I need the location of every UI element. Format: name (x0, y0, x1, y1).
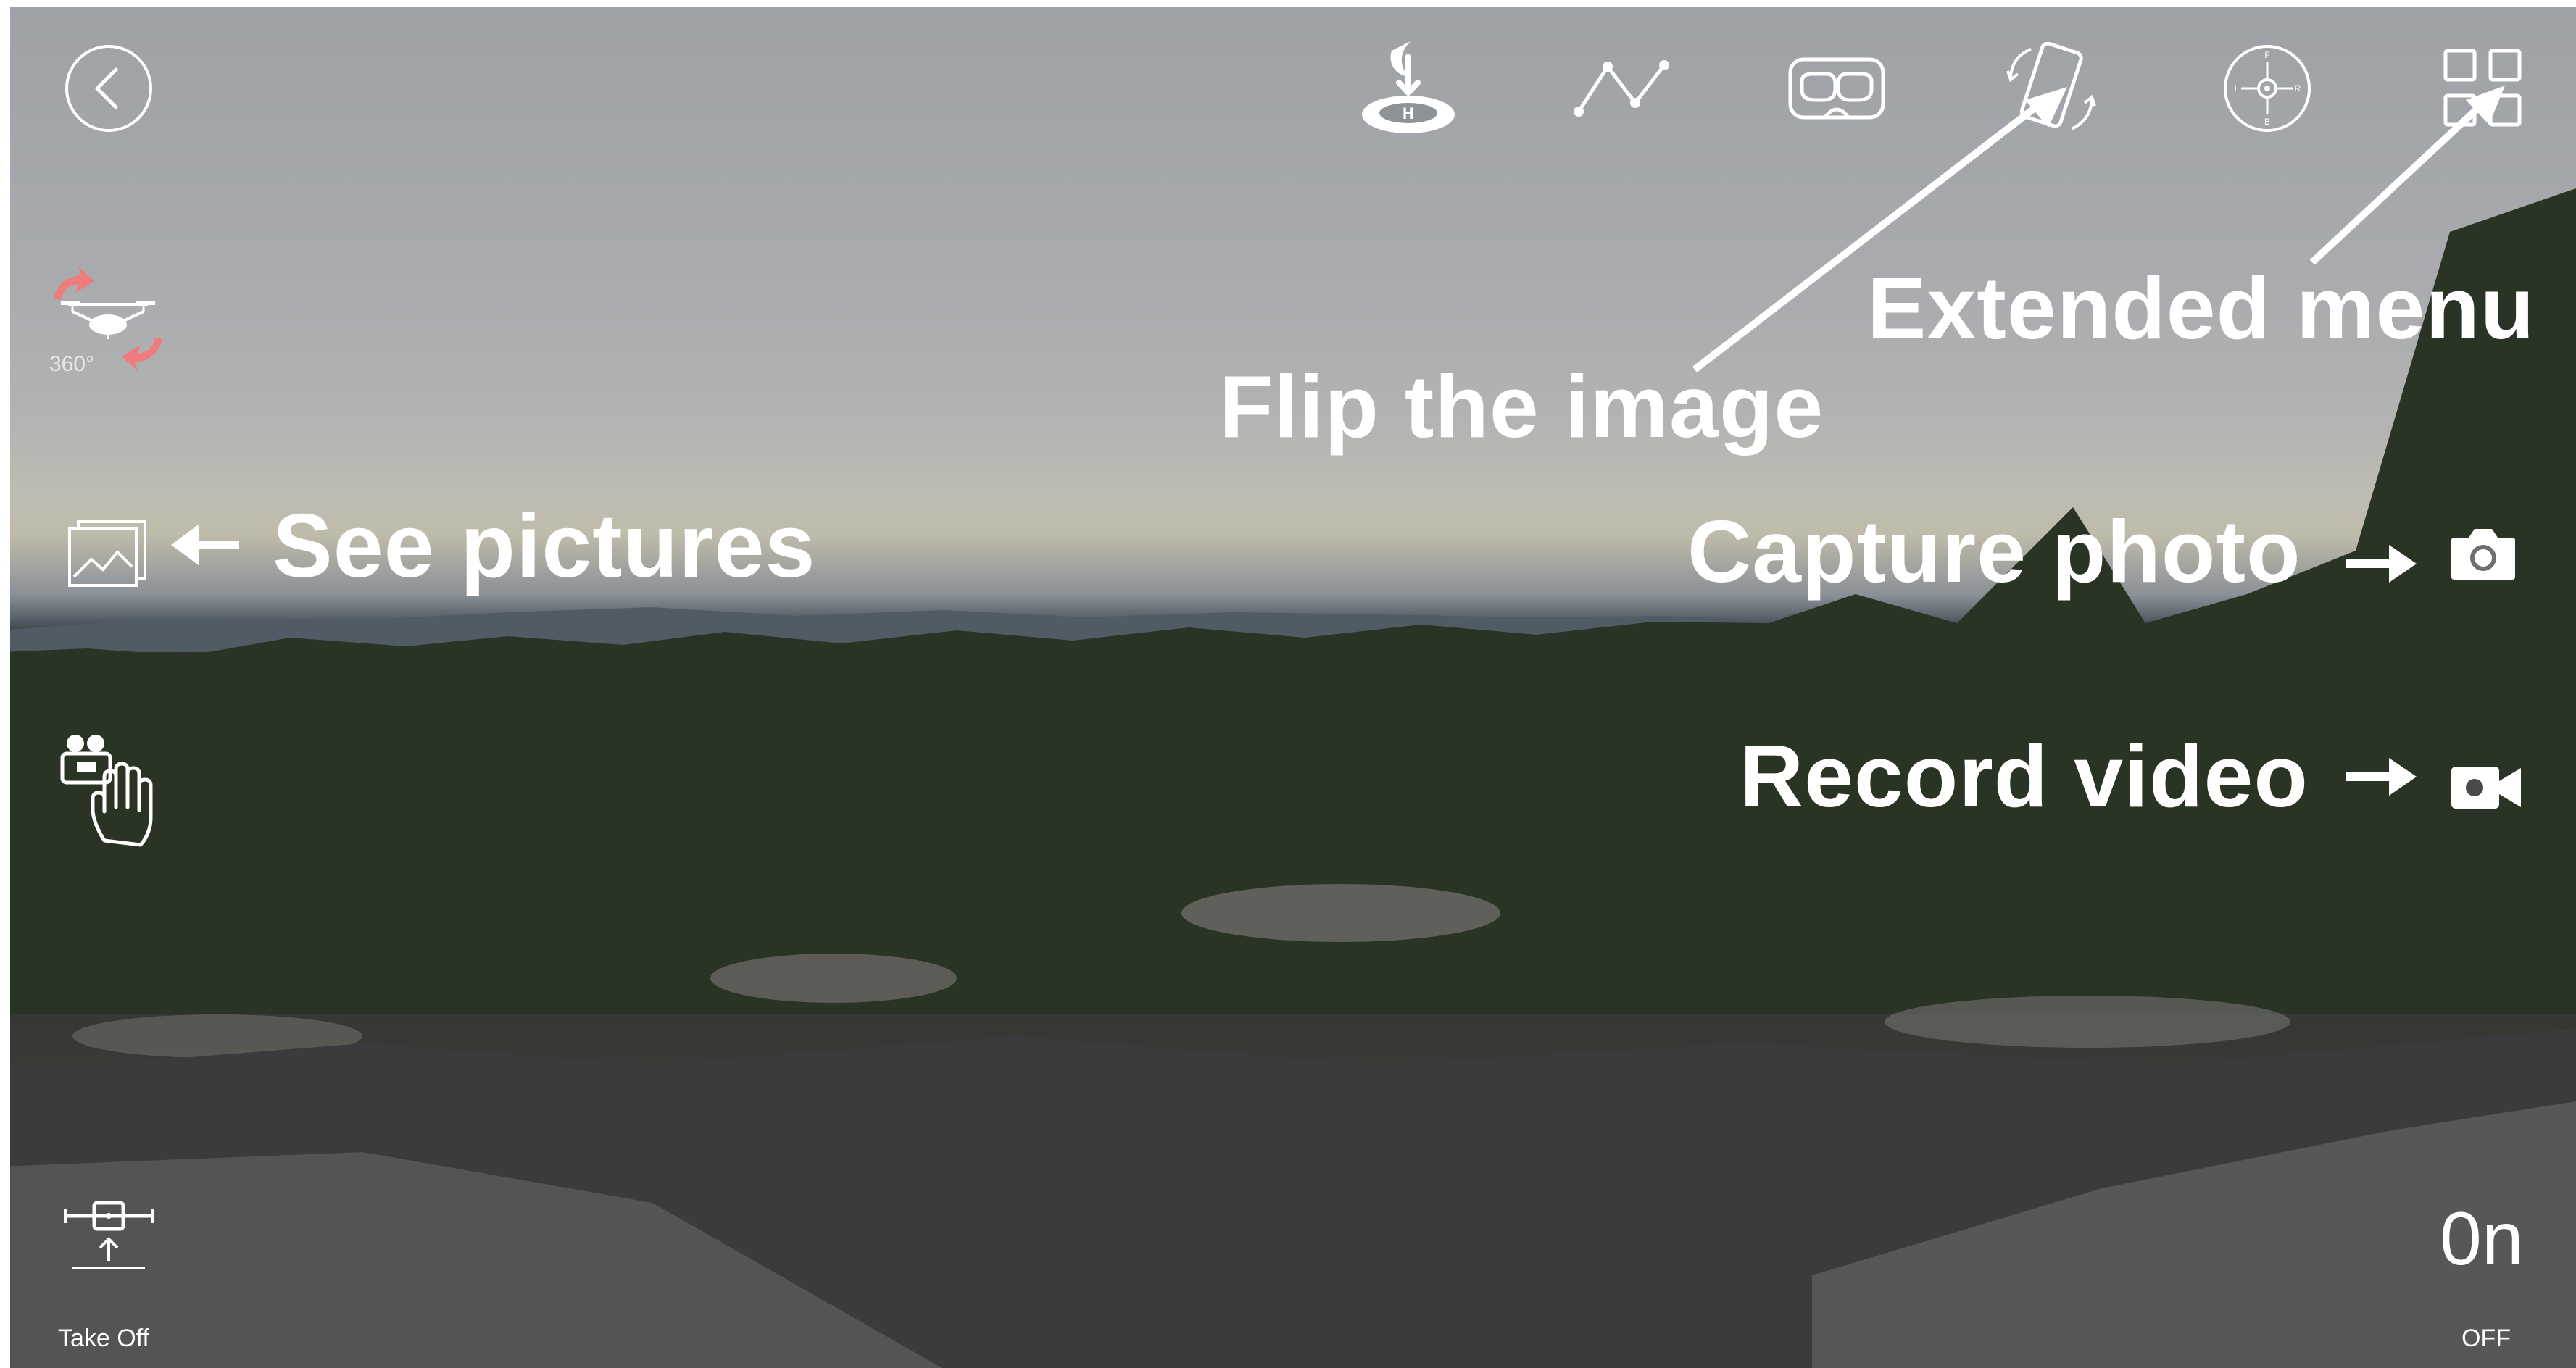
gesture-control-button[interactable] (59, 732, 161, 848)
flip-image-icon (2006, 42, 2096, 130)
takeoff-label: Take Off (58, 1325, 149, 1352)
gallery-button[interactable] (67, 519, 148, 588)
compass-icon: F L R B (2224, 45, 2311, 132)
waypoint-path-icon (1574, 60, 1669, 117)
annotation-extended-menu: Extended menu (1867, 259, 2535, 357)
grid-menu-icon (2443, 49, 2522, 127)
camera-icon (2451, 529, 2515, 580)
annotation-record-video: Record video (1740, 727, 2309, 825)
record-video-button[interactable] (2448, 762, 2524, 813)
svg-text:H: H (1403, 104, 1414, 122)
annotation-capture-photo: Capture photo (1687, 502, 2301, 601)
gesture-control-icon (60, 735, 153, 847)
annotation-flip-image: Flip the image (1219, 357, 1824, 456)
takeoff-button[interactable] (62, 1197, 155, 1272)
compass-button[interactable]: F L R B (2222, 43, 2312, 133)
compass-letter-back: B (2264, 117, 2270, 127)
capture-photo-button[interactable] (2448, 525, 2518, 583)
vr-headset-icon (1788, 57, 1885, 120)
compass-letter-left: L (2235, 83, 2240, 93)
flip-image-button[interactable] (1999, 42, 2103, 136)
back-button[interactable] (64, 43, 154, 133)
landing-button[interactable]: H (1355, 35, 1461, 141)
compass-letter-front: F (2264, 50, 2269, 60)
waypoints-button[interactable] (1573, 58, 1670, 119)
landing-icon: H (1362, 41, 1455, 133)
gallery-icon (68, 520, 146, 587)
annotation-see-pictures: See pictures (273, 496, 816, 596)
vr-mode-button[interactable] (1787, 57, 1886, 122)
compass-letter-right: R (2295, 83, 2301, 93)
rotate-360-label: 360° (49, 352, 95, 376)
altitude-readout: 0n (2440, 1197, 2524, 1281)
takeoff-icon (64, 1201, 154, 1269)
extended-menu-button[interactable] (2443, 48, 2524, 129)
frame-border (0, 0, 2576, 1368)
video-camera-icon (2451, 767, 2521, 809)
altitude-state: OFF (2461, 1325, 2511, 1352)
back-icon (65, 45, 152, 132)
